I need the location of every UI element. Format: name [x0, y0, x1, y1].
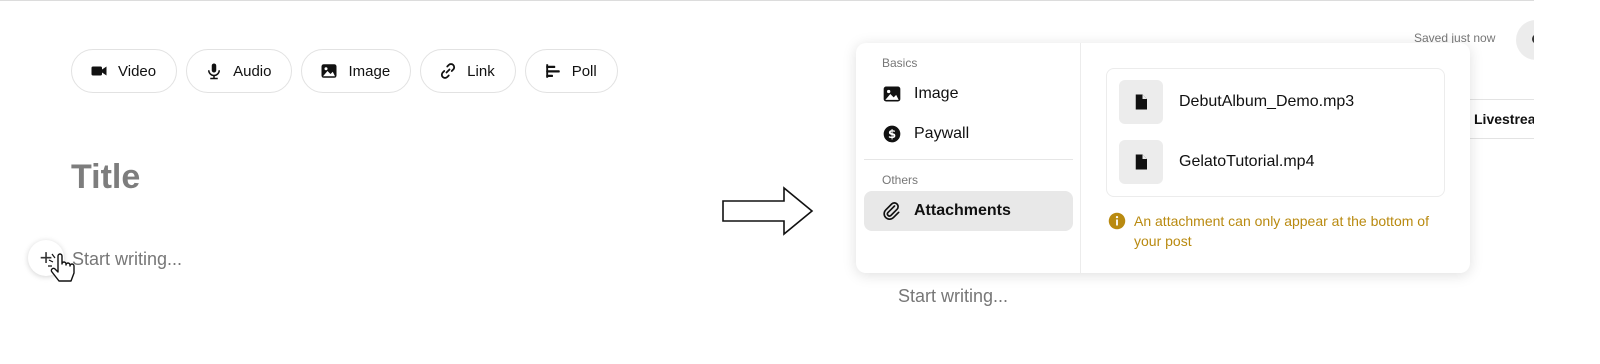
menu-item-image[interactable]: Image [864, 74, 1073, 114]
viewport-edge [1534, 0, 1600, 364]
section-label-basics: Basics [882, 56, 918, 70]
tab-divider-bottom [1470, 138, 1534, 139]
title-input[interactable]: Title [71, 158, 140, 197]
svg-text:$: $ [888, 127, 896, 141]
menu-item-attachments[interactable]: Attachments [864, 191, 1073, 231]
link-button[interactable]: Link [420, 49, 516, 93]
link-icon [441, 63, 456, 79]
menu-item-label: Paywall [914, 125, 970, 142]
dollar-circle-icon: $ [883, 125, 901, 143]
menu-divider [864, 159, 1073, 160]
section-label-others: Others [882, 173, 919, 187]
microphone-icon [208, 63, 221, 80]
audio-button-label: Audio [233, 62, 272, 80]
tab-livestream[interactable]: Livestrea [1474, 111, 1535, 127]
poll-button-label: Poll [571, 62, 597, 80]
file-icon [1119, 140, 1163, 184]
file-icon [1119, 80, 1163, 124]
attachment-filename: GelatoTutorial.mp4 [1179, 153, 1315, 170]
poll-button[interactable]: Poll [524, 49, 618, 93]
top-divider [0, 0, 1600, 1]
attachment-item[interactable]: GelatoTutorial.mp4 [1119, 140, 1314, 184]
image-icon [883, 86, 901, 102]
image-icon [321, 64, 337, 78]
audio-button[interactable]: Audio [186, 49, 293, 93]
insert-toolbar: Video Audio Image Link Poll [71, 49, 618, 93]
attachment-item[interactable]: DebutAlbum_Demo.mp3 [1119, 80, 1354, 124]
poll-icon [545, 64, 560, 78]
menu-item-paywall[interactable]: $ Paywall [864, 114, 1073, 154]
insert-menu-popover: Basics Image $ Paywall Others Attachment… [856, 43, 1470, 273]
image-button-label: Image [348, 62, 391, 80]
menu-item-label: Image [914, 85, 959, 102]
menu-item-label: Attachments [914, 202, 1011, 219]
link-button-label: Link [467, 62, 495, 80]
insert-menu: Basics Image $ Paywall Others Attachment… [856, 43, 1081, 273]
tab-divider-top [1470, 99, 1534, 100]
video-button-label: Video [118, 62, 157, 80]
right-arrow-icon [722, 186, 814, 236]
info-icon [1108, 212, 1126, 230]
body-input[interactable]: Start writing... [72, 249, 182, 270]
attachment-warning: An attachment can only appear at the bot… [1108, 211, 1454, 251]
warning-text: An attachment can only appear at the bot… [1134, 213, 1429, 249]
attachments-list: DebutAlbum_Demo.mp3 GelatoTutorial.mp4 [1106, 68, 1445, 197]
image-button[interactable]: Image [301, 49, 412, 93]
video-camera-icon [91, 66, 107, 76]
body-input-right[interactable]: Start writing... [898, 286, 1008, 307]
attachment-filename: DebutAlbum_Demo.mp3 [1179, 93, 1355, 110]
video-button[interactable]: Video [71, 49, 178, 93]
paperclip-icon [883, 202, 900, 220]
